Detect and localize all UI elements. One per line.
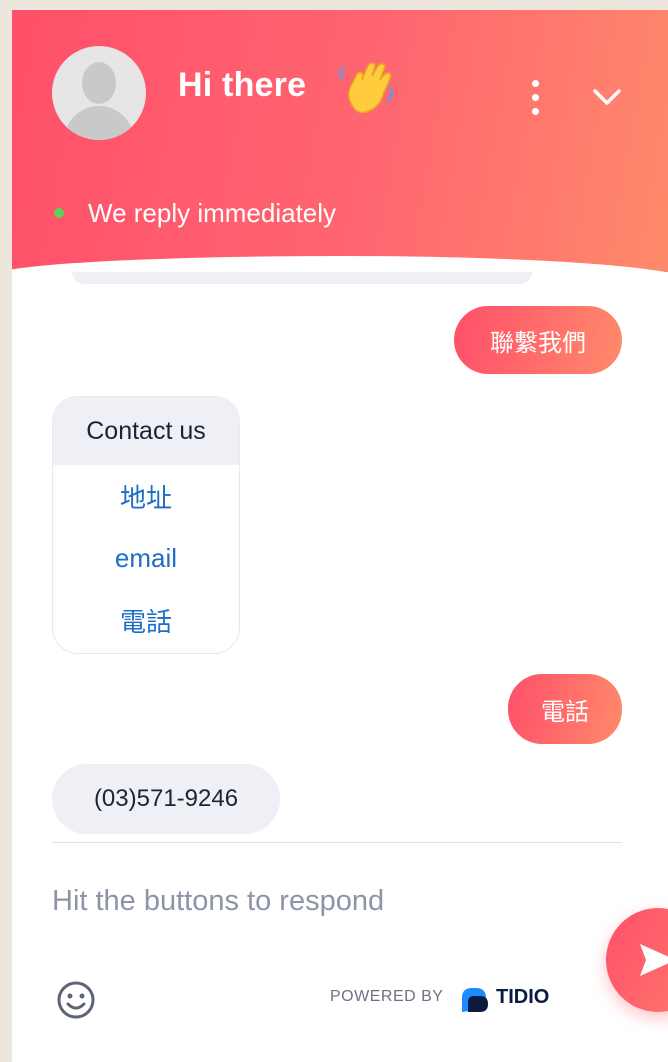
avatar [52, 46, 146, 140]
contact-card: Contact us 地址 email 電話 [52, 396, 240, 654]
bot-message: (03)571-9246 [52, 764, 280, 834]
message-input[interactable] [52, 878, 552, 924]
chat-widget: Hi there We reply immediately 聯繫我們 Conta… [12, 10, 668, 1062]
card-button-address[interactable]: 地址 [53, 465, 239, 527]
user-message: 聯繫我們 [454, 306, 622, 374]
card-button-phone[interactable]: 電話 [53, 589, 239, 651]
previous-message-fragment [72, 272, 532, 284]
card-title: Contact us [53, 397, 239, 465]
chat-header: Hi there We reply immediately [12, 10, 668, 272]
status-text: We reply immediately [88, 198, 337, 228]
composer-divider [52, 842, 622, 843]
avatar-head [82, 62, 116, 104]
chevron-down-icon[interactable] [590, 82, 624, 112]
more-vertical-icon[interactable] [527, 80, 543, 116]
send-icon [640, 944, 668, 976]
powered-by-label: POWERED BY [330, 988, 444, 1005]
tidio-brand[interactable]: TIDIO [496, 986, 549, 1009]
user-message: 電話 [508, 674, 622, 744]
waving-hand-icon [338, 62, 394, 114]
card-button-email[interactable]: email [53, 527, 239, 589]
page: Hi there We reply immediately 聯繫我們 Conta… [0, 0, 668, 1062]
tidio-logo-icon[interactable] [458, 984, 492, 1014]
online-status-dot [54, 208, 64, 218]
send-button[interactable] [606, 908, 668, 1012]
emoji-smile-icon[interactable] [56, 980, 96, 1020]
avatar-body [64, 106, 134, 140]
header-title: Hi there [178, 66, 307, 104]
